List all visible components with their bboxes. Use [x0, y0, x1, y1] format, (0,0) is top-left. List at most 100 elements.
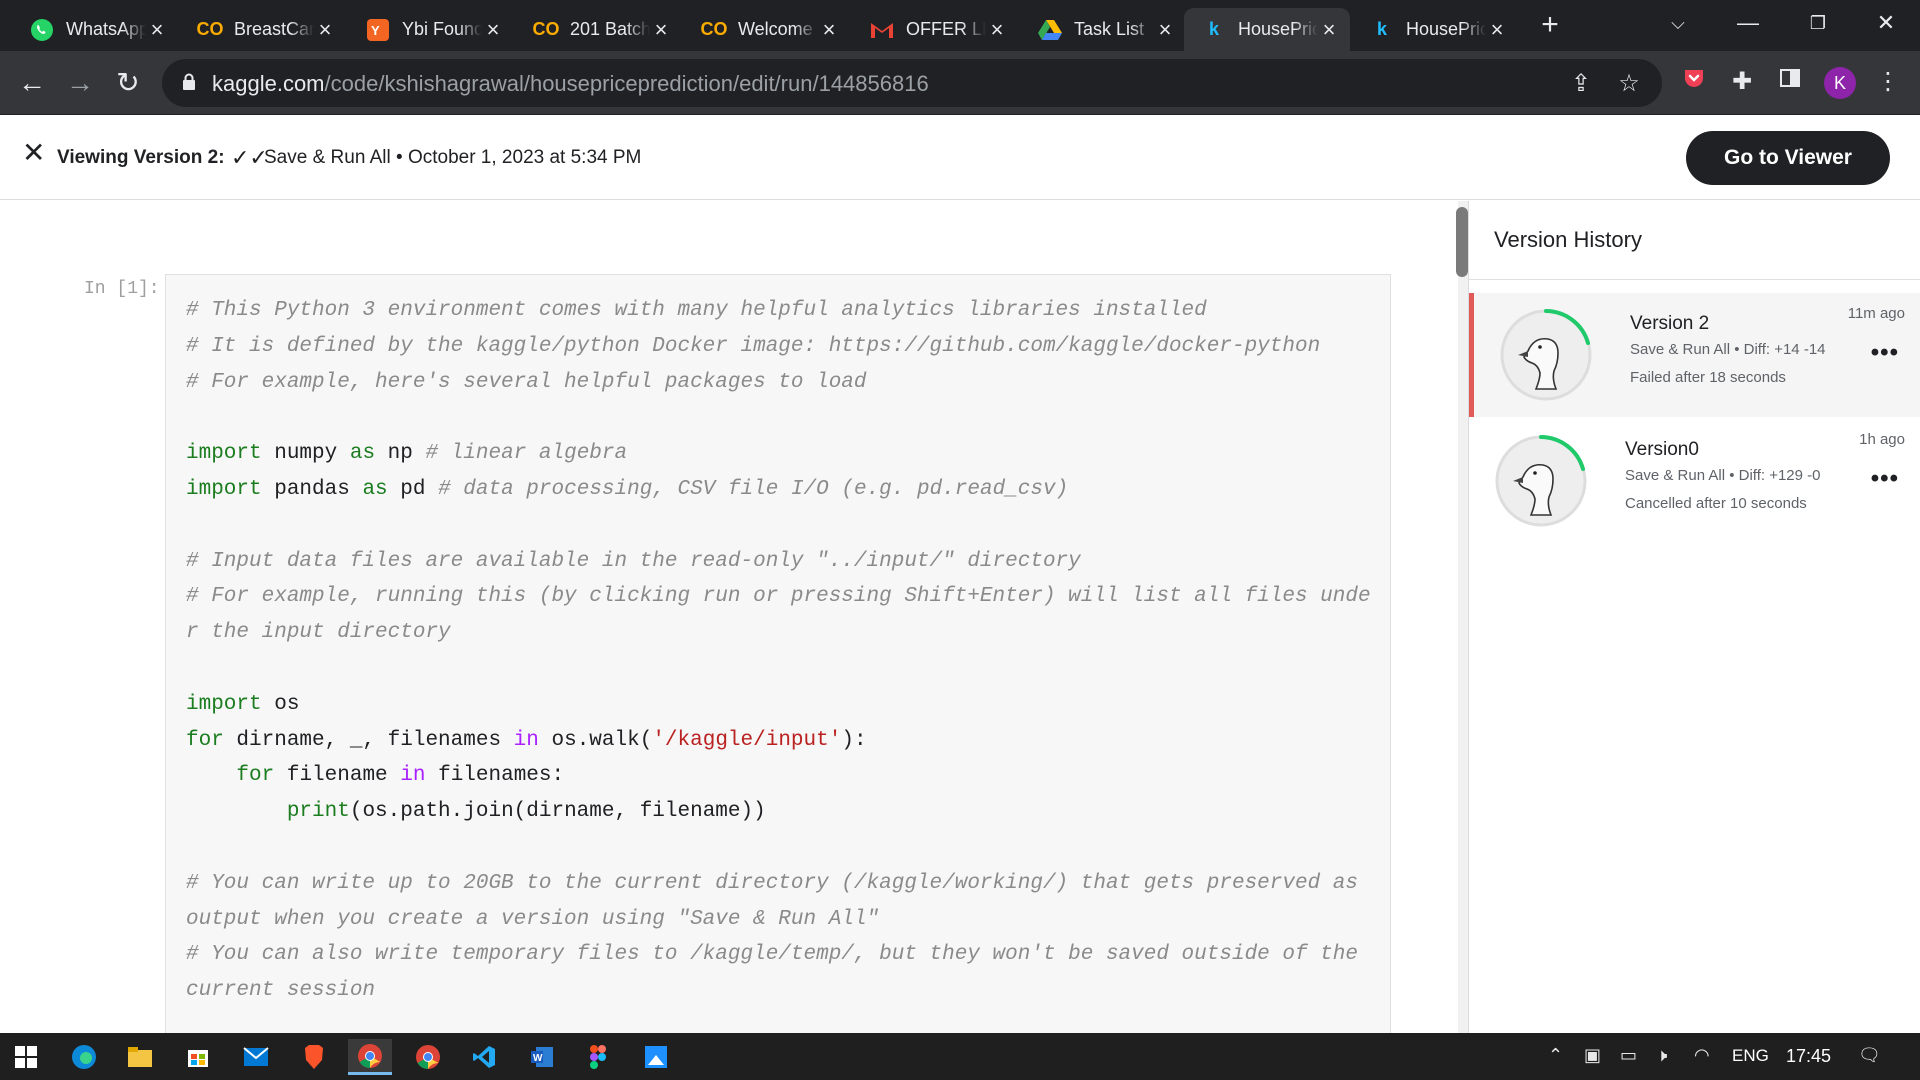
close-window-button[interactable]: ✕ [1858, 6, 1914, 40]
tab-title: WhatsApp [66, 19, 146, 39]
more-options-icon[interactable]: ••• [1871, 465, 1899, 493]
version-info: Save & Run All • October 1, 2023 at 5:34… [264, 147, 642, 168]
tab-title: BreastCancer [234, 19, 314, 39]
profile-avatar[interactable]: K [1824, 67, 1856, 99]
clock[interactable]: 17:45 [1786, 1046, 1831, 1067]
file-explorer-icon[interactable] [118, 1039, 162, 1075]
url-text: kaggle.com/code/kshishagrawal/houseprice… [212, 71, 929, 96]
windows-taskbar: W ⌃ ▣ ▭ 🕨 ◠ ENG 17:45 🗨 [0, 1033, 1920, 1080]
version-meta: Save & Run All • Diff: +129 -0 [1625, 467, 1821, 484]
back-button[interactable]: ← [14, 65, 50, 101]
tab-title: 201 Batch [570, 19, 650, 39]
code-cell[interactable]: # This Python 3 environment comes with m… [165, 274, 1391, 1033]
share-icon[interactable]: ⇪ [1566, 69, 1596, 99]
chrome-icon-active[interactable] [348, 1039, 392, 1075]
bookmark-star-icon[interactable]: ☆ [1614, 69, 1644, 99]
reload-button[interactable]: ↻ [110, 65, 146, 101]
restore-button[interactable]: ❐ [1790, 6, 1846, 40]
notifications-icon[interactable]: 🗨 [1858, 1045, 1881, 1066]
close-icon[interactable]: × [146, 18, 168, 41]
tab-whatsapp[interactable]: WhatsApp × [12, 8, 178, 51]
version-item[interactable]: Version0 Save & Run All • Diff: +129 -0 … [1469, 419, 1920, 543]
close-icon[interactable]: × [818, 18, 840, 41]
code-content: # This Python 3 environment comes with m… [186, 299, 1371, 1003]
close-icon[interactable]: × [650, 18, 672, 41]
tab-search-chevron-icon[interactable]: ⌵ [1650, 6, 1706, 40]
goose-avatar-icon [1500, 309, 1592, 401]
tab-offer-letter[interactable]: OFFER LETTER × [852, 8, 1018, 51]
whatsapp-icon [30, 18, 54, 42]
tab-title: Ybi Foundation [402, 19, 482, 39]
svg-text:Y: Y [371, 23, 380, 38]
mail-icon[interactable] [234, 1039, 278, 1075]
tab-welcome[interactable]: CO Welcome × [684, 8, 850, 51]
cell-prompt: In [1]: [84, 279, 160, 299]
version-history-panel: Version History Version 2 Save & Run All… [1468, 201, 1920, 1033]
kaggle-icon: k [1376, 19, 1387, 39]
version-viewer-header: ✕ Viewing Version 2: ✓✓ Save & Run All •… [0, 115, 1920, 200]
divider [1469, 279, 1920, 280]
more-options-icon[interactable]: ••• [1871, 339, 1899, 367]
tab-houseprice-active[interactable]: k HousePrice × [1184, 8, 1350, 51]
windows-start-icon[interactable] [4, 1039, 48, 1075]
battery-icon[interactable]: ▭ [1620, 1045, 1637, 1066]
wifi-icon[interactable]: ◠ [1694, 1045, 1710, 1066]
address-bar[interactable]: kaggle.com/code/kshishagrawal/houseprice… [162, 59, 1662, 107]
version-time: 1h ago [1859, 431, 1905, 448]
tab-ybi-foundation[interactable]: Y Ybi Foundation × [348, 8, 514, 51]
new-tab-button[interactable]: + [1530, 10, 1570, 42]
close-icon[interactable]: ✕ [22, 139, 50, 167]
colab-icon: CO [532, 19, 560, 39]
go-to-viewer-button[interactable]: Go to Viewer [1686, 131, 1890, 185]
forward-button[interactable]: → [62, 65, 98, 101]
tab-title: OFFER LETTER [906, 19, 986, 39]
version-status: Failed after 18 seconds [1630, 369, 1786, 386]
language-indicator[interactable]: ENG [1732, 1046, 1769, 1066]
extensions-puzzle-icon[interactable]: ✚ [1726, 66, 1758, 98]
version-name: Version 2 [1630, 313, 1710, 334]
meet-now-icon[interactable]: ▣ [1584, 1045, 1601, 1066]
close-icon[interactable]: × [1154, 18, 1176, 41]
svg-text:W: W [533, 1053, 543, 1064]
close-icon[interactable]: × [482, 18, 504, 41]
chrome-icon[interactable] [406, 1039, 450, 1075]
colab-icon: CO [700, 19, 728, 39]
tab-title: HousePrice [1406, 19, 1486, 39]
word-icon[interactable]: W [520, 1039, 564, 1075]
show-hidden-icons-chevron[interactable]: ⌃ [1548, 1045, 1563, 1066]
close-icon[interactable]: × [986, 18, 1008, 41]
gmail-icon [870, 18, 894, 42]
close-icon[interactable]: × [314, 18, 336, 41]
colab-icon: CO [196, 19, 224, 39]
edge-icon[interactable] [62, 1039, 106, 1075]
tab-task-list[interactable]: Task List × [1020, 8, 1186, 51]
version-status: Cancelled after 10 seconds [1625, 495, 1807, 512]
side-panel-icon[interactable] [1774, 66, 1806, 98]
goose-avatar-icon [1495, 435, 1587, 527]
figma-icon[interactable] [576, 1039, 620, 1075]
version-history-title: Version History [1494, 227, 1642, 252]
browser-tab-bar: WhatsApp × CO BreastCancer × Y Ybi Found… [0, 0, 1920, 51]
brave-icon[interactable] [292, 1039, 336, 1075]
minimize-button[interactable]: — [1720, 6, 1776, 40]
microsoft-store-icon[interactable] [176, 1039, 220, 1075]
scrollbar-thumb[interactable] [1456, 207, 1468, 277]
tab-houseprice[interactable]: k HousePrice × [1352, 8, 1518, 51]
tab-breastcancer[interactable]: CO BreastCancer × [180, 8, 346, 51]
tab-title: Welcome [738, 19, 813, 39]
close-icon[interactable]: × [1486, 18, 1508, 41]
version-item[interactable]: Version 2 Save & Run All • Diff: +14 -14… [1469, 293, 1920, 417]
google-drive-icon [1038, 18, 1062, 42]
scrollbar-track[interactable] [1458, 201, 1468, 1033]
menu-kebab-icon[interactable]: ⋮ [1872, 66, 1904, 98]
paint-app-icon[interactable] [634, 1039, 678, 1075]
vscode-icon[interactable] [462, 1039, 506, 1075]
tab-title: Task List [1074, 19, 1145, 39]
notebook-area: In [1]: # This Python 3 environment come… [0, 201, 1458, 1033]
speaker-muted-icon[interactable]: 🕨 [1656, 1045, 1667, 1066]
ybi-icon: Y [366, 18, 390, 42]
close-icon[interactable]: × [1318, 18, 1340, 41]
pocket-extension-icon[interactable] [1678, 66, 1710, 98]
tab-201-batch[interactable]: CO 201 Batch × [516, 8, 682, 51]
kaggle-icon: k [1208, 19, 1219, 39]
